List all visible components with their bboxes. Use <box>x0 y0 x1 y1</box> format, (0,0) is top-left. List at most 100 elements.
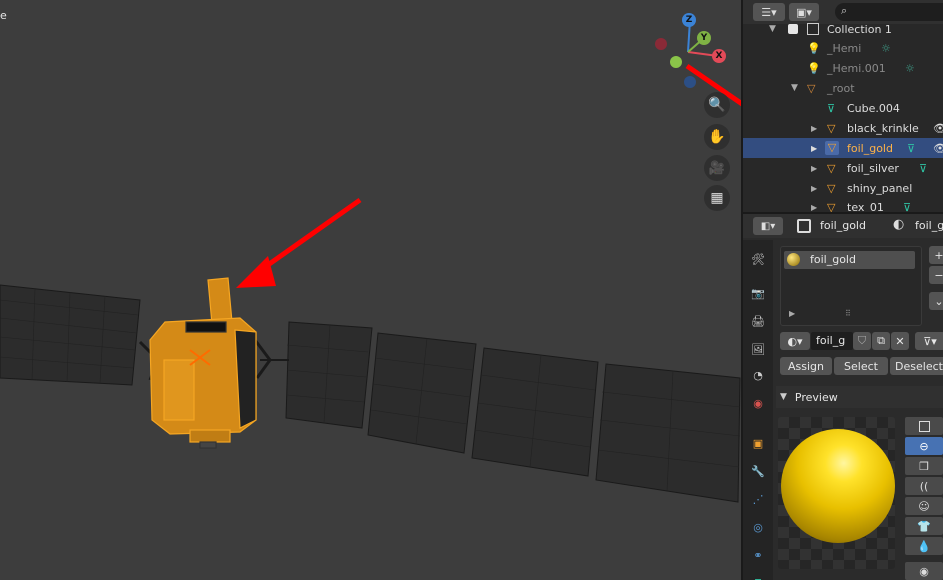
chevron-down-icon: ⌄ <box>934 294 943 308</box>
deselect-button[interactable]: Deselect <box>890 357 943 375</box>
pan-button[interactable]: ✋ <box>704 124 730 150</box>
outliner-row-cube-004[interactable]: ⊽ Cube.004 <box>743 98 943 118</box>
world-icon: ◉ <box>753 396 763 410</box>
preview-cloth-button[interactable]: 👕 <box>905 517 943 535</box>
mesh-icon: ▽ <box>827 181 836 195</box>
preview-flat-button[interactable] <box>905 417 943 435</box>
unlink-material-button[interactable]: ✕ <box>891 332 909 350</box>
tab-data[interactable]: ⊽ <box>747 572 769 580</box>
fake-user-button[interactable]: ⛉ <box>853 332 871 350</box>
preview-sphere <box>781 429 895 543</box>
outliner-row-foil-gold[interactable]: ▶ ▽ foil_gold ⊽ 👁 <box>743 138 943 158</box>
plus-icon: + <box>934 248 943 262</box>
material-sphere-icon <box>787 253 800 266</box>
mesh-icon: ▽ <box>827 200 836 213</box>
preview-fluid-button[interactable]: 💧 <box>905 537 943 555</box>
satellite-scene[interactable] <box>0 0 741 580</box>
perspective-toggle-button[interactable]: ▦ <box>704 185 730 211</box>
light-data-icon: ☼ <box>881 41 891 55</box>
tab-particles[interactable]: ⋰ <box>747 488 769 510</box>
camera-icon: 🎥 <box>708 160 726 176</box>
material-slot-list[interactable]: foil_gold ▶ ⠿ <box>780 246 922 326</box>
slot-specials-button[interactable]: ⌄ <box>929 292 943 310</box>
outliner-row-shiny-panel[interactable]: ▶ ▽ shiny_panel <box>743 178 943 198</box>
copy-icon: ⧉ <box>877 334 885 347</box>
outliner-row-black-krinkle[interactable]: ▶ ▽ black_krinkle 👁 <box>743 118 943 138</box>
wrench-screwdriver-icon: 🛠 <box>751 252 765 266</box>
satellite-body <box>149 277 257 449</box>
tab-tool[interactable]: 🛠 <box>747 248 769 270</box>
world-icon: ◉ <box>919 564 929 578</box>
image-icon: 🖼 <box>751 342 765 356</box>
printer-icon: 🖨 <box>751 314 765 328</box>
properties-editor[interactable]: ◧▾ foil_gold ◐ foil_g 🛠 📷 🖨 🖼 ◔ ◉ ▣ 🔧 ⋰ … <box>743 214 943 580</box>
minus-icon: − <box>934 268 943 282</box>
mesh-data-icon: ⊽▾ <box>923 334 937 348</box>
annotation-arrow-viewport <box>236 197 362 288</box>
tab-render[interactable]: 📷 <box>747 282 769 304</box>
checkbox-icon[interactable] <box>788 24 798 34</box>
preview-panel-header[interactable]: ▼ Preview <box>776 386 943 408</box>
gizmo-x-axis[interactable]: X <box>712 49 726 63</box>
eye-icon[interactable]: 👁 <box>933 142 943 155</box>
3d-viewport[interactable]: e Z Y X 🔍 ✋ 🎥 ▦ <box>0 0 741 580</box>
zoom-icon: 🔍 <box>708 97 726 113</box>
outliner-row-foil-silver[interactable]: ▶ ▽ foil_silver ⊽ <box>743 158 943 178</box>
navigation-gizmo[interactable]: Z Y X <box>652 12 732 92</box>
tab-constraints[interactable]: ⚭ <box>747 544 769 566</box>
remove-slot-button[interactable]: − <box>929 266 943 284</box>
tab-view-layer[interactable]: 🖼 <box>747 338 769 360</box>
select-button[interactable]: Select <box>834 357 888 375</box>
zoom-button[interactable]: 🔍 <box>704 92 730 118</box>
material-slot-item[interactable]: foil_gold <box>784 251 915 269</box>
outliner[interactable]: ☰▾ ▣▾ ⌕ ▼ Collection 1 💡 _Hemi ☼ 💡 _Hemi… <box>743 0 943 212</box>
hand-icon: ✋ <box>708 129 726 145</box>
tab-scene[interactable]: ◔ <box>747 364 769 386</box>
mesh-data-icon: ⊽ <box>754 577 762 580</box>
chevron-down-icon: ▼ <box>780 392 787 402</box>
outliner-row-root[interactable]: ▼ ▽ _root <box>743 78 943 98</box>
chevron-right-icon[interactable]: ▶ <box>789 309 795 318</box>
object-icon: ▣ <box>752 436 764 450</box>
chevron-right-icon: ▶ <box>811 123 818 133</box>
editor-type-dropdown[interactable]: ◧▾ <box>753 217 783 235</box>
monkey-icon: ☺ <box>918 499 930 513</box>
gizmo-y-axis[interactable]: Y <box>697 31 711 45</box>
material-icon: ◐▾ <box>787 334 803 348</box>
preview-sphere-button[interactable]: ⊖ <box>905 437 943 455</box>
tab-physics[interactable]: ◎ <box>747 516 769 538</box>
preview-cube-button[interactable]: ❒ <box>905 457 943 475</box>
sphere-icon: ⊖ <box>919 439 929 453</box>
mesh-icon: ▽ <box>827 121 836 135</box>
header-object-name: foil_gold <box>820 219 866 232</box>
outliner-row-hemi-001[interactable]: 💡 _Hemi.001 ☼ <box>743 58 943 78</box>
duplicate-material-button[interactable]: ⧉ <box>872 332 890 350</box>
outliner-row-hemi[interactable]: 💡 _Hemi ☼ <box>743 38 943 58</box>
add-slot-button[interactable]: + <box>929 246 943 264</box>
material-icon: ◐ <box>893 217 905 232</box>
square-icon <box>918 420 930 432</box>
collection-icon <box>807 23 819 35</box>
resize-grip-icon[interactable]: ⠿ <box>845 309 851 318</box>
mesh-icon: ▽ <box>807 81 816 95</box>
assign-button[interactable]: Assign <box>780 357 832 375</box>
material-name-field[interactable]: foil_g <box>811 332 853 350</box>
shirt-icon: 👕 <box>917 519 931 533</box>
link-dropdown[interactable]: ⊽▾ <box>915 332 943 350</box>
preview-monkey-button[interactable]: ☺ <box>905 497 943 515</box>
preview-hair-button[interactable]: (( <box>905 477 943 495</box>
outliner-row-collection[interactable]: ▼ Collection 1 <box>743 19 943 39</box>
mesh-icon: ▽ <box>827 161 836 175</box>
chevron-right-icon: ▶ <box>811 163 818 173</box>
tab-object[interactable]: ▣ <box>747 432 769 454</box>
browse-material-dropdown[interactable]: ◐▾ <box>780 332 810 350</box>
tab-modifiers[interactable]: 🔧 <box>747 460 769 482</box>
tab-output[interactable]: 🖨 <box>747 310 769 332</box>
preview-world-button[interactable]: ◉ <box>905 562 943 580</box>
grid-icon: ▦ <box>710 190 724 206</box>
eye-icon[interactable]: 👁 <box>933 122 943 135</box>
outliner-row-tex-01[interactable]: ▶ ▽ tex_01 ⊽ <box>743 197 943 213</box>
gizmo-z-axis[interactable]: Z <box>682 13 696 27</box>
tab-world[interactable]: ◉ <box>747 392 769 414</box>
camera-view-button[interactable]: 🎥 <box>704 155 730 181</box>
